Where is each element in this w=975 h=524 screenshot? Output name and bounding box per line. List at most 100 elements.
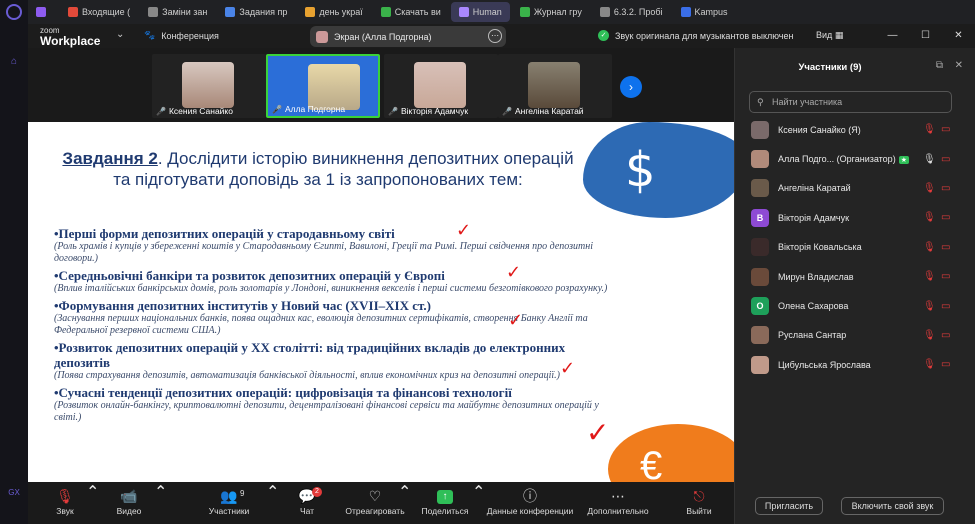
browser-tab[interactable]: Kampus	[673, 2, 736, 22]
sidebar-wallet-icon[interactable]: ⌂	[8, 56, 20, 68]
participant-search-input[interactable]: ⚲ Найти участника	[749, 91, 952, 113]
video-off-icon: ▭	[941, 300, 951, 312]
participant-row[interactable]: Цибульська Ярослава 🎙 ▭	[735, 350, 975, 379]
browser-tab[interactable]: Входящие (	[60, 2, 138, 22]
logo-workplace-text: Workplace	[40, 34, 101, 48]
tile-name: 🎤 Ангеліна Каратай	[502, 106, 584, 116]
video-caret-icon[interactable]: ⌃	[154, 482, 167, 502]
leave-button[interactable]: ⎋ Выйти	[664, 486, 734, 516]
topic-heading: •Сучасні тенденції депозитних операцій: …	[54, 385, 512, 400]
tab-label: Скачать ви	[394, 7, 441, 17]
tab-label: 6.3.2. Пробі	[613, 7, 663, 17]
avatar	[751, 267, 769, 286]
invite-button[interactable]: Пригласить	[755, 497, 823, 515]
minimize-icon[interactable]: —	[876, 24, 909, 48]
close-icon[interactable]: ✕	[942, 24, 975, 48]
video-tile[interactable]: 🎤 Ксения Санайко	[152, 54, 266, 118]
host-tag-icon: ★	[898, 156, 909, 165]
slide-title-rest: . Дослідити історію виникнення депозитни…	[113, 149, 574, 189]
participant-row[interactable]: Руслана Сантар 🎙 ▭	[735, 321, 975, 350]
zoom-window: Входящие (Заміни зан Задания пр день украї…	[0, 0, 975, 524]
opera-logo-icon[interactable]	[6, 4, 22, 20]
tab-label: день украї	[319, 7, 363, 17]
more-options-icon[interactable]: ⋯	[488, 29, 502, 43]
browser-tab[interactable]: Заміни зан	[140, 2, 215, 22]
browser-tab[interactable]: 6.3.2. Пробі	[592, 2, 671, 22]
audio-label: Звук	[56, 506, 74, 516]
window-controls: — ☐ ✕	[876, 24, 975, 48]
participant-name: Ангеліна Каратай	[778, 183, 851, 193]
participant-name-text: Ангеліна Каратай	[778, 183, 851, 194]
video-off-icon: 📹	[120, 488, 138, 504]
participant-name-text: Вікторія Адамчук	[778, 212, 850, 223]
react-label: Отреагировать	[345, 506, 405, 516]
browser-tab[interactable]: Задания пр	[217, 2, 295, 22]
avatar	[751, 355, 769, 374]
participants-button[interactable]: 👥 9 Участники	[194, 486, 264, 516]
more-button[interactable]: ⋯ Дополнительно	[580, 486, 656, 516]
browser-tab[interactable]: день украї	[297, 2, 370, 22]
video-filmstrip: 🎤 Ксения Санайко 🎤 Алла Подгорна 🎤 Вікторія…	[28, 48, 734, 122]
tab-label: Задания пр	[239, 7, 288, 17]
participant-row[interactable]: Алла Подго... (Организатор) ★ 🎙 ▭	[735, 144, 975, 173]
conference-menu[interactable]: 🐾 Конференция	[144, 30, 219, 41]
mic-muted-icon: 🎙	[923, 329, 936, 341]
share-button[interactable]: ↑ Поделиться	[410, 486, 480, 516]
chevron-down-icon[interactable]: ⌄	[116, 29, 124, 40]
tile-name: 🎤 Вікторія Адамчук	[388, 106, 468, 116]
grid-view-icon: ▦	[834, 30, 844, 40]
popout-icon[interactable]: ⧉	[936, 60, 943, 71]
screen-share-pill[interactable]: Экран (Алла Подгорна) ⋯	[310, 26, 506, 47]
browser-tab[interactable]: Скачать ви	[373, 2, 449, 22]
meeting-info-label: Данные конференции	[486, 506, 574, 516]
video-label: Видео	[116, 506, 142, 516]
zoom-header: zoom Workplace ⌄ 🐾 Конференция Экран (Ал…	[28, 24, 975, 48]
avatar	[751, 150, 769, 169]
participants-icon: 👥	[220, 488, 238, 504]
gx-icon[interactable]: GX	[8, 488, 20, 500]
maximize-icon[interactable]: ☐	[909, 24, 942, 48]
participant-row[interactable]: Мирун Владислав 🎙 ▭	[735, 262, 975, 291]
topic-item: •Формування депозитних інститутів у Нови…	[54, 298, 614, 337]
participant-row[interactable]: О Олена Сахарова 🎙 ▭	[735, 291, 975, 320]
participant-row[interactable]: Ангеліна Каратай 🎙 ▭	[735, 174, 975, 203]
mic-muted-icon: 🎙	[56, 488, 74, 504]
view-button[interactable]: Вид ▦	[816, 30, 843, 41]
tile-name-label: Ксения Санайко	[168, 106, 233, 116]
participant-row[interactable]: Ксения Санайко (Я) 🎙 ▭	[735, 115, 975, 144]
topic-description: (Розвиток онлайн-банкінгу, криптовалютні…	[54, 400, 599, 423]
participant-name-text: Руслана Сантар	[778, 330, 847, 341]
browser-tab[interactable]: Журнал гру	[512, 2, 590, 22]
video-off-icon: ▭	[941, 359, 951, 371]
unmute-self-button[interactable]: Включить свой звук	[841, 497, 944, 515]
opera-sidebar: ⌂ GX	[0, 0, 28, 524]
video-tile[interactable]: 🎤 Вікторія Адамчук	[384, 54, 498, 118]
topic-heading: •Середньовічні банкіри та розвиток депоз…	[54, 268, 445, 283]
participant-row[interactable]: В Вікторія Адамчук 🎙 ▭	[735, 203, 975, 232]
meeting-info-button[interactable]: ⓘ Данные конференции	[478, 486, 582, 516]
tab-favicon-icon	[68, 7, 78, 17]
avatar	[751, 238, 769, 257]
participant-video	[414, 62, 466, 108]
browser-tab[interactable]	[28, 2, 58, 22]
avatar	[751, 326, 769, 345]
tile-name: 🎤 Ксения Санайко	[156, 106, 233, 116]
topic-heading: •Розвиток депозитних операцій у XX столі…	[54, 340, 566, 370]
topic-item: •Розвиток депозитних операцій у XX столі…	[54, 340, 614, 382]
tab-label: Kampus	[694, 7, 728, 17]
tile-name: 🎤 Алла Подгорна	[272, 104, 345, 114]
next-page-arrow-icon[interactable]: ›	[620, 76, 642, 98]
browser-tabs: Входящие (Заміни зан Задания пр день украї…	[28, 2, 975, 22]
video-tile-active-speaker[interactable]: 🎤 Алла Подгорна	[266, 54, 380, 118]
browser-tab[interactable]: Human	[450, 2, 510, 22]
mic-muted-icon: 🎙	[923, 241, 936, 253]
heart-icon: ♡	[368, 488, 382, 504]
tab-label: Human	[472, 7, 502, 17]
video-tile[interactable]: 🎤 Ангеліна Каратай	[498, 54, 612, 118]
close-panel-icon[interactable]: ✕	[955, 60, 963, 71]
chat-button[interactable]: 💬 2 Чат	[272, 486, 342, 516]
mic-on-icon: 🎙	[923, 153, 936, 165]
participant-row[interactable]: Вікторія Ковальська 🎙 ▭	[735, 233, 975, 262]
participants-label: Участники	[208, 506, 250, 516]
participant-list: Ксения Санайко (Я) 🎙 ▭ Алла Подго... (Орган…	[735, 115, 975, 380]
